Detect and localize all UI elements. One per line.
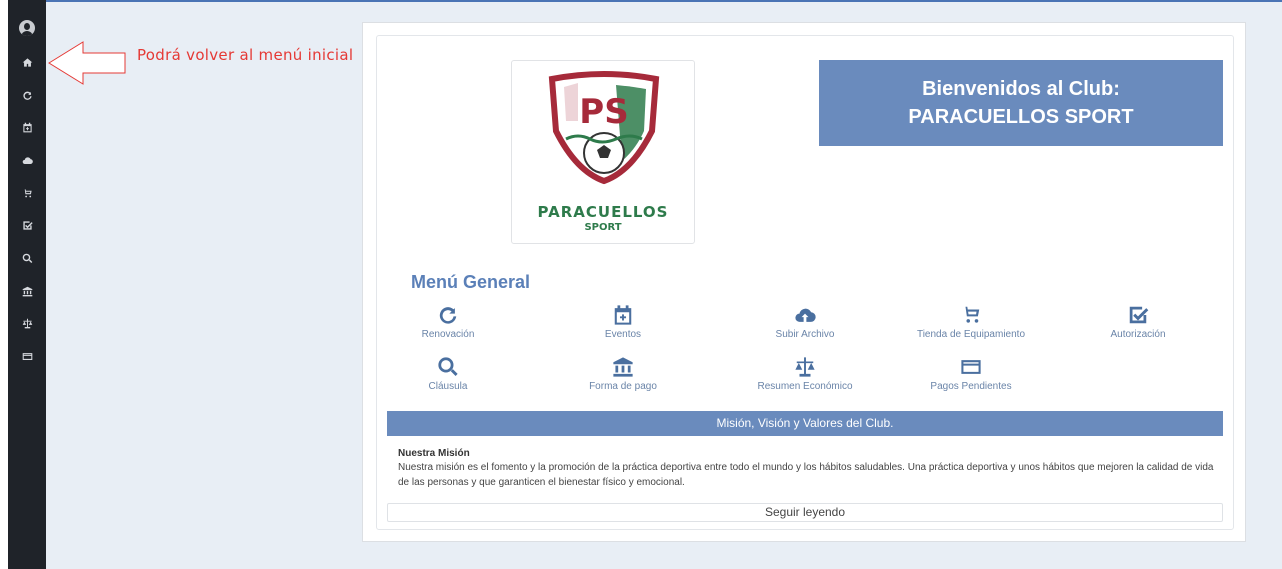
- search-icon: [438, 357, 458, 376]
- check-square-icon: [1129, 306, 1149, 324]
- sidebar-item-tienda[interactable]: [8, 181, 46, 205]
- logo-monogram: PS: [579, 92, 628, 132]
- read-more-button[interactable]: Seguir leyendo: [387, 503, 1223, 522]
- sidebar-item-resumen[interactable]: [8, 311, 46, 335]
- menu-item-label: Autorización: [1110, 329, 1166, 340]
- menu-item-renovacion[interactable]: Renovación: [368, 304, 528, 340]
- logo-name: PARACUELLOS: [537, 203, 669, 221]
- credit-card-icon: [961, 360, 981, 374]
- mission-band: Misión, Visión y Valores del Club.: [387, 411, 1223, 436]
- menu-title: Menú General: [411, 272, 531, 292]
- hint-text: Podrá volver al menú inicial: [137, 46, 354, 64]
- sidebar-item-eventos[interactable]: [8, 115, 46, 139]
- menu-item-tienda[interactable]: Tienda de Equipamiento: [891, 304, 1051, 340]
- menu-item-label: Tienda de Equipamiento: [916, 329, 1026, 340]
- menu-item-label: Pagos Pendientes: [930, 381, 1012, 392]
- credit-card-icon: [22, 352, 32, 360]
- mission-text: Nuestra misión es el fomento y la promoc…: [398, 462, 1214, 488]
- sidebar-item-pagos-pendientes[interactable]: [8, 344, 46, 368]
- club-logo: PS PARACUELLOS SPORT: [511, 60, 695, 244]
- menu-item-pagos-pendientes[interactable]: Pagos Pendientes: [891, 356, 1051, 392]
- cart-icon: [961, 306, 980, 323]
- sidebar-item-forma-pago[interactable]: [8, 279, 46, 303]
- sidebar-item-clausula[interactable]: [8, 246, 46, 270]
- cart-icon: [22, 188, 32, 197]
- welcome-line-2: PARACUELLOS SPORT: [908, 106, 1134, 128]
- bank-icon: [22, 286, 32, 296]
- mission-title: Nuestra Misión: [398, 448, 470, 459]
- sidebar-item-renovacion[interactable]: [8, 83, 46, 107]
- search-icon: [22, 253, 32, 263]
- menu-item-subir-archivo[interactable]: Subir Archivo: [725, 304, 885, 340]
- menu-item-label: Eventos: [604, 329, 642, 340]
- hint-arrow-icon: [48, 41, 126, 85]
- menu-item-eventos[interactable]: Eventos: [543, 304, 703, 340]
- menu-item-label: Forma de pago: [589, 381, 657, 392]
- sidebar-item-subir-archivo[interactable]: [8, 148, 46, 172]
- menu-item-label: Subir Archivo: [775, 329, 835, 340]
- menu-item-label: Cláusula: [428, 381, 468, 392]
- sidebar: [8, 0, 46, 569]
- welcome-line-1: Bienvenidos al Club:: [922, 78, 1120, 100]
- menu-item-clausula[interactable]: Cláusula: [368, 356, 528, 392]
- user-avatar-icon[interactable]: [19, 20, 35, 36]
- sidebar-item-home[interactable]: [8, 50, 46, 74]
- menu-item-resumen[interactable]: Resumen Económico: [725, 356, 885, 392]
- content-panel: PS PARACUELLOS SPORT Bienvenidos al Club…: [376, 35, 1234, 530]
- menu-item-forma-pago[interactable]: Forma de pago: [543, 356, 703, 392]
- sidebar-item-autorizacion[interactable]: [8, 213, 46, 237]
- balance-scale-icon: [795, 357, 815, 377]
- menu-item-label: Resumen Económico: [757, 381, 853, 392]
- home-icon: [22, 57, 32, 67]
- left-edge: [0, 0, 8, 569]
- bank-icon: [613, 357, 633, 377]
- refresh-icon: [439, 307, 457, 324]
- menu-item-autorizacion[interactable]: Autorización: [1058, 304, 1218, 340]
- refresh-icon: [22, 91, 32, 100]
- balance-scale-icon: [22, 318, 32, 328]
- welcome-banner: Bienvenidos al Club: PARACUELLOS SPORT: [819, 60, 1223, 146]
- main-card: PS PARACUELLOS SPORT Bienvenidos al Club…: [362, 22, 1246, 542]
- logo-subname: SPORT: [584, 222, 622, 233]
- calendar-plus-icon: [614, 305, 632, 325]
- check-square-icon: [22, 220, 33, 230]
- cloud-upload-icon: [22, 156, 33, 164]
- calendar-plus-icon: [22, 122, 32, 132]
- club-crest-icon: PS: [548, 71, 660, 185]
- cloud-upload-icon: [795, 308, 816, 322]
- menu-item-label: Renovación: [421, 329, 475, 340]
